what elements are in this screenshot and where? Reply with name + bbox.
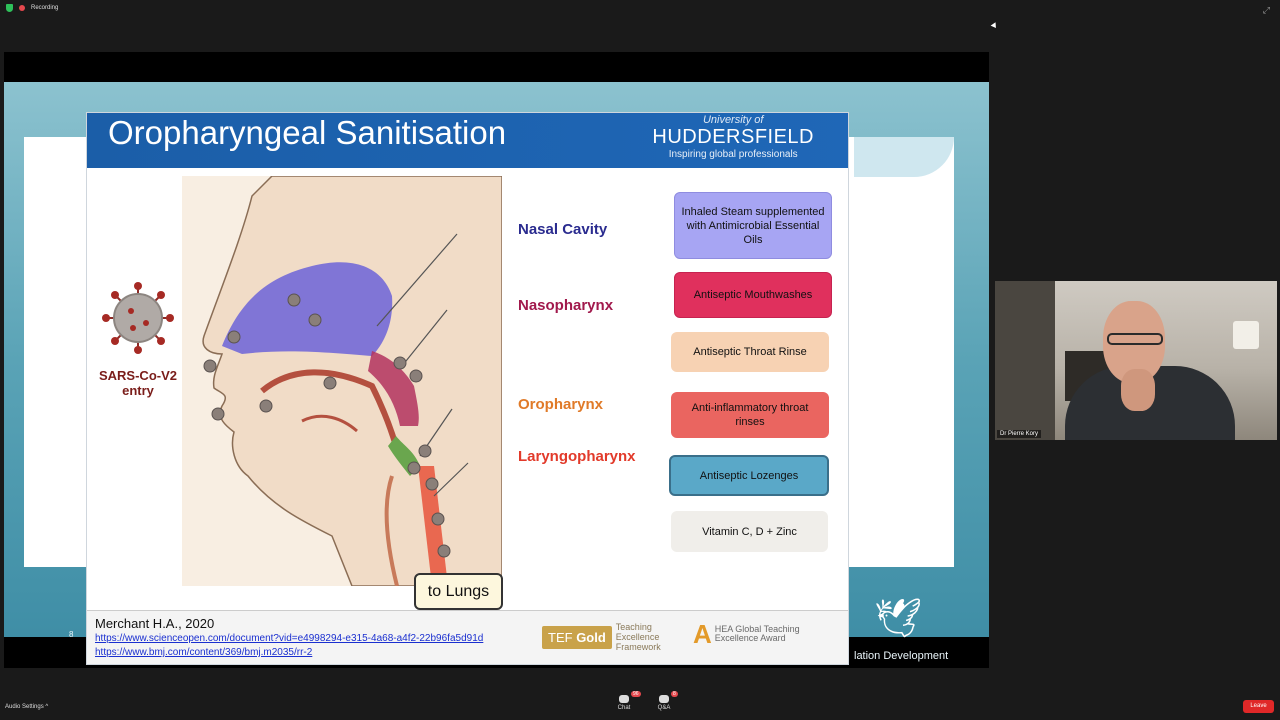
- slide: Oropharyngeal Sanitisation University of…: [86, 112, 849, 665]
- shield-icon: [6, 4, 13, 12]
- recording-label: Recording: [31, 5, 59, 11]
- chat-button[interactable]: 96 Chat: [611, 691, 641, 711]
- university-name: HUDDERSFIELD: [652, 126, 814, 148]
- participant-glasses: [1107, 333, 1163, 345]
- video-background-door: [995, 281, 1055, 440]
- qa-label: Q&A: [657, 705, 671, 711]
- reference-link-1[interactable]: https://www.scienceopen.com/document?vid…: [95, 633, 483, 644]
- recording-indicator: Recording: [6, 4, 58, 12]
- background-footer-text: lation Development: [854, 650, 949, 662]
- tef-logo: TEF Gold Teaching Excellence Framework: [542, 622, 680, 652]
- qa-badge: 8: [671, 691, 678, 697]
- mouse-cursor-icon: [990, 22, 999, 30]
- label-nasal-cavity: Nasal Cavity: [518, 221, 608, 238]
- shared-screen: 8 🕊 lation Development Oropharyngeal San…: [4, 52, 989, 668]
- expand-icon[interactable]: ⤢: [1263, 5, 1270, 16]
- participant-name: Dr Pierre Kory: [997, 430, 1042, 438]
- slide-header: Oropharyngeal Sanitisation University of…: [87, 113, 848, 168]
- to-lungs-label: to Lungs: [414, 573, 503, 610]
- leave-button[interactable]: Leave: [1243, 700, 1274, 713]
- virus-label-line2: entry: [122, 383, 154, 398]
- audio-settings-button[interactable]: Audio Settings ^: [5, 704, 48, 710]
- tef-text: Teaching Excellence Framework: [615, 622, 661, 652]
- tef-badge: TEF Gold: [542, 625, 612, 649]
- tef-badge-b: Gold: [576, 629, 606, 645]
- label-nasopharynx: Nasopharynx: [518, 297, 614, 314]
- virus-entry-label: SARS-Co-V2 entry: [87, 368, 189, 398]
- meeting-top-bar: Recording ⤢: [0, 0, 1280, 20]
- chat-icon: 96: [619, 691, 641, 703]
- meeting-bottom-bar: Audio Settings ^ 96 Chat 8 Q&A Leave: [0, 690, 1280, 720]
- bird-logo-icon: 🕊: [874, 598, 923, 640]
- box-antiseptic-throat-rinse: Antiseptic Throat Rinse: [671, 332, 829, 372]
- presentation-background: 8 🕊 lation Development Oropharyngeal San…: [4, 82, 989, 665]
- reference-author: Merchant H.A., 2020: [95, 616, 215, 631]
- hea-logo: A HEA Global Teaching Excellence Award: [693, 620, 801, 648]
- box-vitamins-zinc: Vitamin C, D + Zinc: [671, 511, 828, 552]
- slide-title: Oropharyngeal Sanitisation: [108, 114, 507, 151]
- university-of: University of: [702, 114, 764, 126]
- qa-button[interactable]: 8 Q&A: [651, 691, 678, 711]
- anatomy-illustration: [182, 176, 502, 586]
- participant-video[interactable]: Dr Pierre Kory: [995, 281, 1277, 440]
- university-tagline: Inspiring global professionals: [668, 149, 798, 160]
- qa-icon: 8: [659, 691, 678, 703]
- participant-hand: [1121, 369, 1155, 411]
- chat-badge: 96: [631, 691, 641, 697]
- university-logo: University of HUDDERSFIELD Inspiring glo…: [652, 115, 814, 161]
- tef-badge-a: TEF: [548, 629, 573, 645]
- virus-label-line1: SARS-Co-V2: [98, 368, 177, 383]
- reference-link-2[interactable]: https://www.bmj.com/content/369/bmj.m203…: [95, 647, 312, 658]
- hea-logo-mark: A: [693, 619, 712, 649]
- virus-icon: [102, 282, 174, 354]
- label-laryngopharynx: Laryngopharynx: [518, 448, 636, 465]
- box-inhaled-steam: Inhaled Steam supplemented with Antimicr…: [674, 192, 832, 259]
- chat-label: Chat: [617, 705, 631, 711]
- box-antiseptic-lozenges: Antiseptic Lozenges: [669, 455, 829, 496]
- box-anti-inflammatory-rinses: Anti-inflammatory throat rinses: [671, 392, 829, 438]
- hea-text: HEA Global Teaching Excellence Award: [714, 624, 800, 643]
- label-oropharynx: Oropharynx: [518, 396, 604, 413]
- video-background-lamp: [1233, 321, 1259, 349]
- box-antiseptic-mouthwashes: Antiseptic Mouthwashes: [674, 272, 832, 318]
- references-footer: Merchant H.A., 2020 https://www.scienceo…: [87, 610, 848, 664]
- record-dot-icon: [19, 5, 25, 11]
- slide-number: 8: [69, 630, 74, 639]
